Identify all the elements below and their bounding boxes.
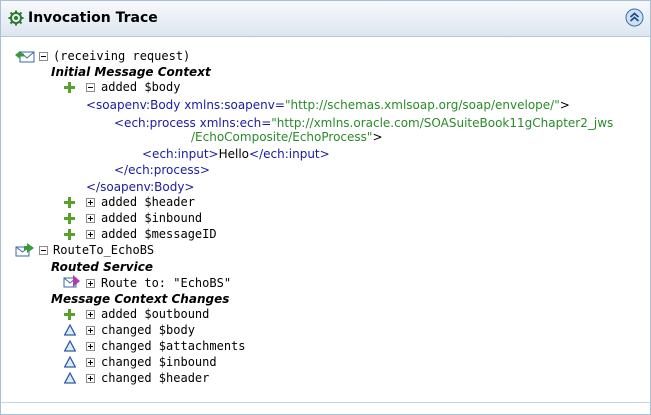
delta-icon: [64, 372, 76, 384]
context-item-label[interactable]: added $inbound: [101, 210, 202, 226]
plus-icon: [64, 197, 75, 208]
route-label[interactable]: RouteTo_EchoBS: [53, 242, 154, 258]
plus-icon: [64, 82, 75, 93]
panel-header: Invocation Trace: [1, 1, 650, 37]
xml-input: <ech:input>Hello</ech:input>: [142, 147, 330, 161]
expand-toggle[interactable]: [86, 279, 95, 288]
xml-process-close: </ech:process>: [114, 163, 210, 177]
plus-icon: [64, 213, 75, 224]
expand-toggle[interactable]: [86, 310, 95, 319]
delta-icon: [64, 340, 76, 352]
collapse-toggle[interactable]: [39, 52, 48, 61]
xml-process-open-cont: /EchoComposite/EchoProcess">: [191, 130, 383, 144]
plus-icon: [64, 229, 75, 240]
invocation-trace-panel: Invocation Trace (receiving request) Ini…: [0, 0, 651, 415]
added-body-label[interactable]: added $body: [101, 79, 180, 95]
expand-toggle[interactable]: [86, 326, 95, 335]
context-item-label[interactable]: added $messageID: [101, 226, 217, 242]
panel-title: Invocation Trace: [28, 10, 158, 26]
routed-service-heading: Routed Service: [51, 260, 153, 274]
plus-icon: [64, 309, 75, 320]
xml-body-close: </soapenv:Body>: [86, 180, 195, 194]
expand-toggle[interactable]: [86, 374, 95, 383]
context-item-label[interactable]: added $header: [101, 194, 195, 210]
expand-toggle[interactable]: [86, 214, 95, 223]
receive-message-icon: [15, 51, 35, 63]
change-item-label[interactable]: changed $inbound: [101, 354, 217, 370]
xml-body-open: <soapenv:Body xmlns:soapenv="http://sche…: [86, 98, 570, 112]
initial-context-heading: Initial Message Context: [51, 65, 211, 79]
changes-heading: Message Context Changes: [51, 292, 230, 306]
route-icon: [15, 243, 34, 257]
bottom-divider: [1, 402, 650, 403]
expand-toggle[interactable]: [86, 198, 95, 207]
expand-toggle[interactable]: [86, 342, 95, 351]
change-item-label[interactable]: changed $body: [101, 322, 195, 338]
delta-icon: [64, 356, 76, 368]
change-item-label[interactable]: changed $header: [101, 370, 209, 386]
change-item-label[interactable]: added $outbound: [101, 306, 209, 322]
delta-icon: [64, 324, 76, 336]
expand-toggle[interactable]: [86, 358, 95, 367]
change-item-label[interactable]: changed $attachments: [101, 338, 246, 354]
request-label[interactable]: (receiving request): [53, 48, 190, 64]
gear-icon: [8, 10, 24, 26]
collapse-toggle[interactable]: [39, 246, 48, 255]
collapse-toggle[interactable]: [86, 83, 95, 92]
route-service-icon: [63, 275, 80, 288]
route-to-label[interactable]: Route to: "EchoBS": [101, 275, 231, 291]
expand-toggle[interactable]: [86, 230, 95, 239]
collapse-icon[interactable]: [625, 8, 644, 27]
